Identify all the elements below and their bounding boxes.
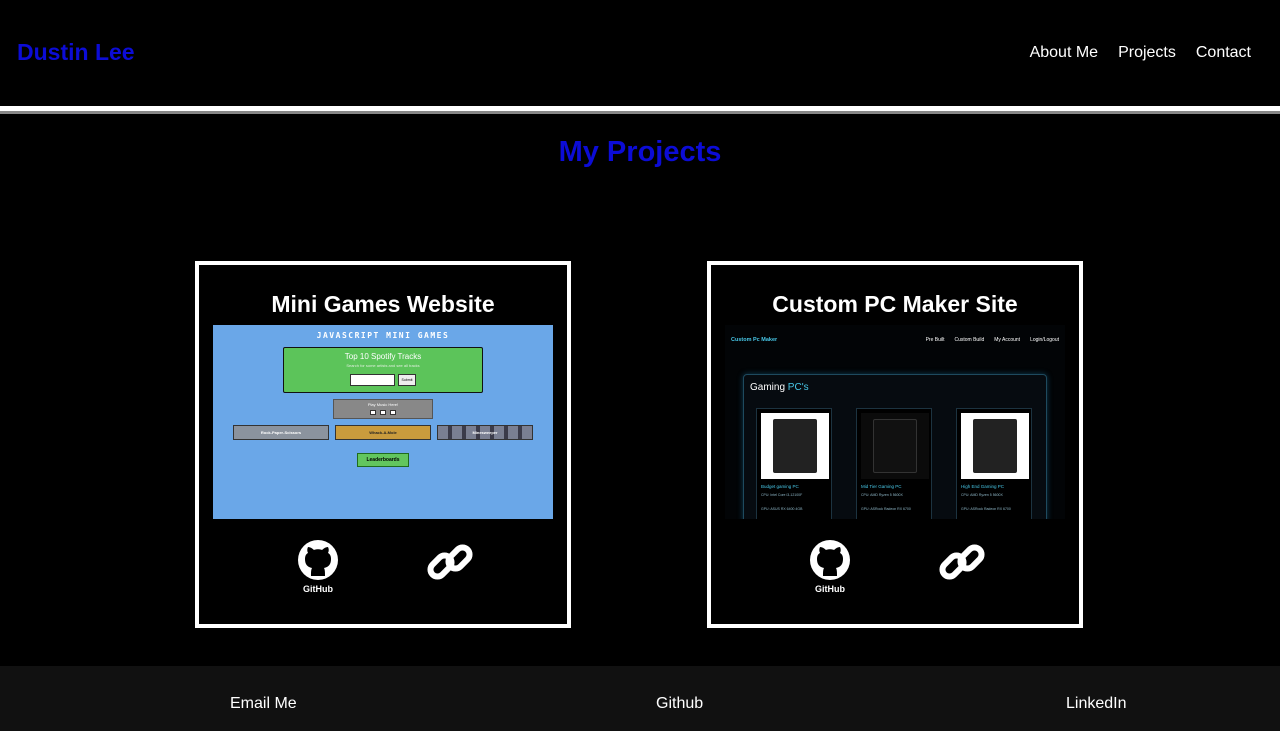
- link-icon[interactable]: [937, 537, 987, 587]
- spotify-title: Top 10 Spotify Tracks: [344, 352, 422, 361]
- pc-item-cpu: CPU: AMD Ryzen 5 5600X: [961, 493, 1003, 497]
- screenshot-nav: Pre Built Custom Build My Account Login/…: [926, 337, 1059, 343]
- pc-item-cpu: CPU: Intel Core i3-12100F: [761, 493, 803, 497]
- github-label: GitHub: [815, 584, 845, 594]
- next-icon: [390, 410, 396, 415]
- project-screenshot: JAVASCRIPT MINI GAMES Top 10 Spotify Tra…: [213, 325, 553, 519]
- pc-item-gpu: GPU: ASRock Radeon RX 6700: [861, 507, 911, 511]
- pc-item-gpu: GPU: ASRock Radeon RX 6700: [961, 507, 1011, 511]
- artist-search-input: [350, 374, 395, 386]
- footer-email-link[interactable]: Email Me: [230, 695, 297, 713]
- link-icon[interactable]: [425, 537, 475, 587]
- panel-title-a: Gaming: [750, 382, 786, 393]
- screenshot-nav-item: Pre Built: [925, 337, 945, 343]
- project-title: Mini Games Website: [271, 291, 495, 317]
- project-card-custom-pc: Custom PC Maker Site Custom Pc Maker Pre…: [707, 261, 1083, 628]
- music-player-label: Play Music Here!: [367, 402, 399, 407]
- prev-icon: [370, 410, 376, 415]
- leaderboards-button: Leaderboards: [357, 453, 409, 467]
- project-title: Custom PC Maker Site: [772, 291, 1018, 317]
- pc-case-image: [961, 413, 1029, 479]
- project-screenshot: Custom Pc Maker Pre Built Custom Build M…: [725, 325, 1065, 519]
- submit-button: Submit: [398, 374, 416, 386]
- pc-item: Budget gaming PC CPU: Intel Core i3-1210…: [756, 408, 832, 519]
- pc-item: Mid Tier Gaming PC CPU: AMD Ryzen 5 5600…: [856, 408, 932, 519]
- pc-item: High End Gaming PC CPU: AMD Ryzen 5 5600…: [956, 408, 1032, 519]
- pc-case-image: [861, 413, 929, 479]
- pause-icon: [380, 410, 386, 415]
- pc-item-gpu: GPU: ASUS RX 6400 4GB: [761, 507, 803, 511]
- screenshot-heading: JAVASCRIPT MINI GAMES: [316, 331, 450, 340]
- project-card-mini-games: Mini Games Website JAVASCRIPT MINI GAMES…: [195, 261, 571, 628]
- pc-item-name: Budget gaming PC: [761, 484, 799, 489]
- main-nav: About Me Projects Contact: [1030, 44, 1251, 62]
- music-player: Play Music Here!: [333, 399, 433, 419]
- github-icon[interactable]: GitHub: [297, 539, 339, 595]
- screenshot-nav-item: Custom Build: [954, 337, 985, 343]
- nav-projects[interactable]: Projects: [1118, 44, 1176, 62]
- site-header: Dustin Lee About Me Projects Contact: [0, 0, 1280, 106]
- pc-item-name: Mid Tier Gaming PC: [861, 484, 902, 489]
- header-divider-shadow: [0, 111, 1280, 114]
- panel-title: Gaming PC's: [750, 382, 809, 393]
- game-whack-a-mole: Whack-A-Mole: [335, 425, 431, 440]
- github-icon[interactable]: GitHub: [809, 539, 851, 595]
- screenshot-brand: Custom Pc Maker: [731, 337, 778, 343]
- gaming-pcs-panel: Gaming PC's Budget gaming PC CPU: Intel …: [743, 374, 1047, 519]
- game-minesweeper: Minesweeper: [437, 425, 533, 440]
- brand-logo[interactable]: Dustin Lee: [17, 39, 135, 66]
- footer-linkedin-link[interactable]: LinkedIn: [1066, 695, 1127, 713]
- pc-case-image: [761, 413, 829, 479]
- footer-github-link[interactable]: Github: [656, 695, 703, 713]
- pc-item-cpu: CPU: AMD Ryzen 5 5600X: [861, 493, 903, 497]
- page-title: My Projects: [558, 136, 722, 168]
- screenshot-nav-item: My Account: [994, 337, 1021, 343]
- site-footer: Email Me Github LinkedIn: [0, 666, 1280, 731]
- panel-title-b: PC's: [787, 382, 809, 393]
- game-rock-paper-scissors: Rock-Paper-Scissors: [233, 425, 329, 440]
- spotify-panel: Top 10 Spotify Tracks Search for some ar…: [283, 347, 483, 393]
- project-links: GitHub: [199, 537, 567, 597]
- nav-contact[interactable]: Contact: [1196, 44, 1251, 62]
- nav-about-me[interactable]: About Me: [1030, 44, 1098, 62]
- github-label: GitHub: [303, 584, 333, 594]
- pc-item-name: High End Gaming PC: [961, 484, 1005, 489]
- spotify-subtitle: Search for some artists and see all trac…: [346, 363, 420, 368]
- project-links: GitHub: [711, 537, 1079, 597]
- screenshot-nav-item: Login/Logout: [1030, 337, 1059, 343]
